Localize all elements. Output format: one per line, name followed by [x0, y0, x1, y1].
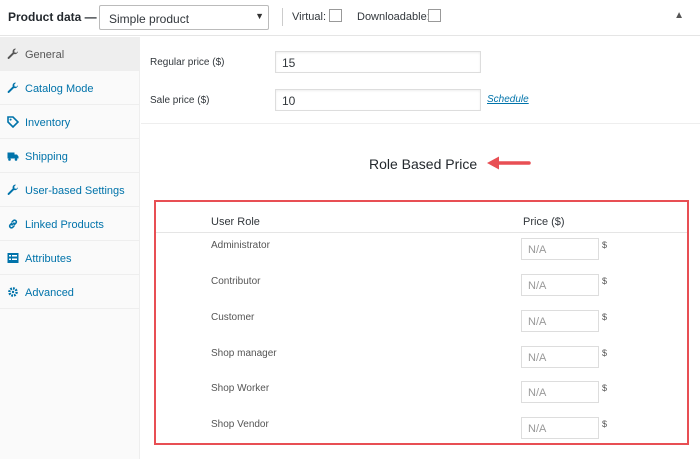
truck-icon — [7, 150, 19, 162]
tag-icon — [7, 116, 19, 128]
virtual-label: Virtual: — [292, 11, 327, 23]
price-placeholder: N/A — [528, 352, 547, 364]
role-price-input[interactable]: N/A — [521, 310, 599, 332]
currency-symbol: $ — [602, 348, 608, 358]
annotation-arrow-icon — [487, 156, 531, 170]
price-placeholder: N/A — [528, 316, 547, 328]
role-label: Administrator — [211, 240, 270, 251]
column-header-user-role: User Role — [211, 216, 260, 228]
price-placeholder: N/A — [528, 423, 547, 435]
role-label: Customer — [211, 312, 255, 323]
section-divider — [141, 123, 700, 124]
currency-symbol: $ — [602, 383, 608, 393]
role-label: Shop Worker — [211, 383, 270, 394]
product-data-title: Product data — — [8, 10, 97, 24]
column-header-price: Price ($) — [523, 216, 565, 228]
price-placeholder: N/A — [528, 387, 547, 399]
tab-general[interactable]: General — [0, 37, 139, 71]
table-header-divider — [156, 232, 687, 233]
regular-price-input[interactable]: 15 — [275, 51, 481, 73]
wrench-icon — [7, 82, 19, 94]
collapse-arrow-icon[interactable]: ▲ — [674, 10, 684, 21]
tab-advanced[interactable]: Advanced — [0, 275, 139, 309]
role-label: Shop Vendor — [211, 419, 269, 430]
tab-label: Advanced — [25, 287, 74, 299]
role-based-price-title: Role Based Price — [369, 156, 478, 172]
tab-inventory[interactable]: Inventory — [0, 105, 139, 139]
role-label: Shop manager — [211, 348, 277, 359]
role-price-input[interactable]: N/A — [521, 346, 599, 368]
tab-label: General — [25, 49, 65, 61]
downloadable-checkbox[interactable] — [428, 9, 441, 22]
link-icon — [7, 218, 19, 230]
price-placeholder: N/A — [528, 244, 547, 256]
sale-price-label: Sale price ($) — [150, 95, 210, 106]
currency-symbol: $ — [602, 419, 608, 429]
role-price-input[interactable]: N/A — [521, 274, 599, 296]
tab-catalog-mode[interactable]: Catalog Mode — [0, 71, 139, 105]
gear-icon — [7, 286, 19, 298]
header-divider — [282, 8, 283, 26]
tab-label: Attributes — [25, 253, 72, 265]
wrench-icon — [7, 48, 19, 60]
role-price-input[interactable]: N/A — [521, 417, 599, 439]
product-type-value: Simple product — [109, 12, 190, 26]
schedule-link[interactable]: Schedule — [487, 94, 529, 105]
tab-shipping[interactable]: Shipping — [0, 139, 139, 173]
virtual-checkbox[interactable] — [329, 9, 342, 22]
role-label: Contributor — [211, 276, 261, 287]
currency-symbol: $ — [602, 276, 608, 286]
currency-symbol: $ — [602, 240, 608, 250]
regular-price-value: 15 — [282, 56, 296, 70]
product-data-header: Product data — Simple product ▼ Virtual:… — [0, 0, 700, 36]
tab-label: User-based Settings — [25, 185, 125, 197]
downloadable-label: Downloadable: — [357, 11, 430, 23]
price-placeholder: N/A — [528, 280, 547, 292]
product-data-tabs: General Catalog Mode Inventory Shipping … — [0, 37, 140, 459]
role-based-price-table: User Role Price ($) Administrator N/A $ … — [154, 200, 689, 445]
tab-linked-products[interactable]: Linked Products — [0, 207, 139, 241]
chevron-down-icon: ▼ — [255, 11, 264, 21]
tab-user-based-settings[interactable]: User-based Settings — [0, 173, 139, 207]
tab-label: Linked Products — [25, 219, 104, 231]
role-price-input[interactable]: N/A — [521, 381, 599, 403]
tab-label: Inventory — [25, 117, 71, 129]
list-icon — [7, 252, 19, 264]
product-type-select[interactable]: Simple product ▼ — [99, 5, 269, 30]
regular-price-label: Regular price ($) — [150, 57, 225, 68]
sale-price-value: 10 — [282, 94, 296, 108]
sale-price-input[interactable]: 10 — [275, 89, 481, 111]
tab-label: Catalog Mode — [25, 83, 94, 95]
tab-attributes[interactable]: Attributes — [0, 241, 139, 275]
role-price-input[interactable]: N/A — [521, 238, 599, 260]
tab-label: Shipping — [25, 151, 68, 163]
wrench-icon — [7, 184, 19, 196]
currency-symbol: $ — [602, 312, 608, 322]
general-panel: Regular price ($) 15 Sale price ($) 10 S… — [141, 37, 700, 459]
